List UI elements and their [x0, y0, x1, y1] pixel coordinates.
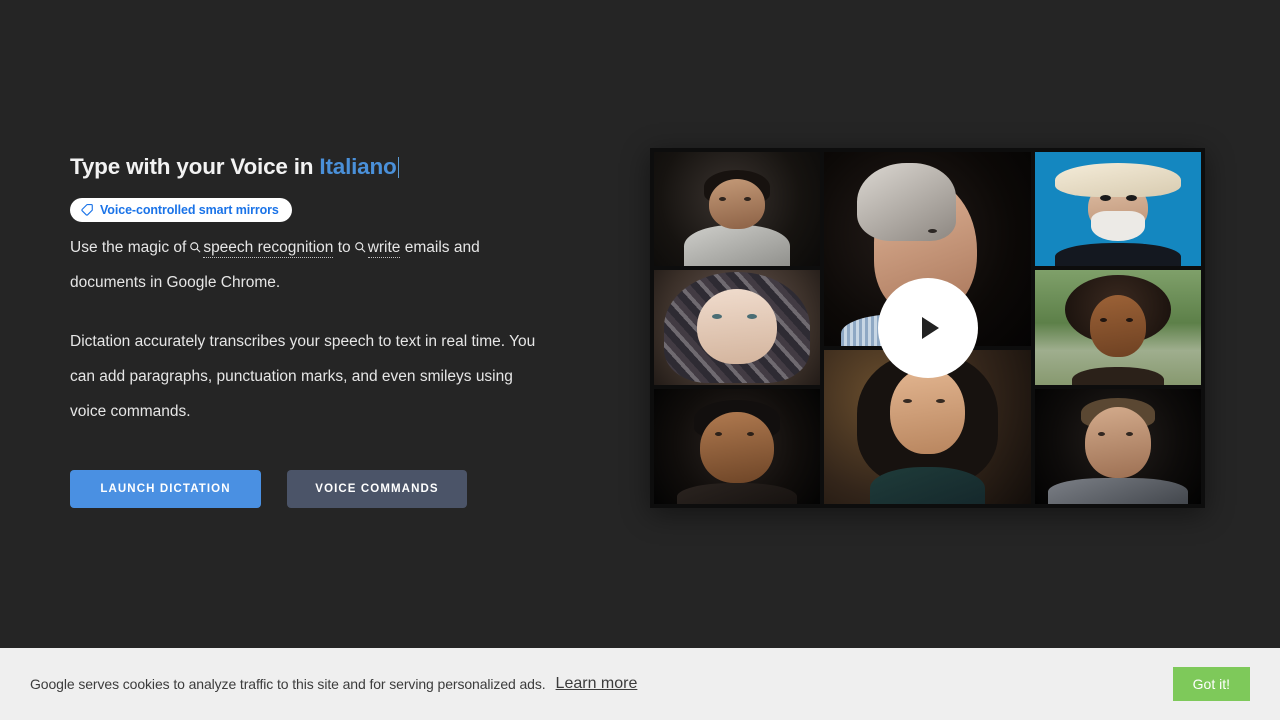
cookie-accept-button[interactable]: Got it!	[1172, 667, 1250, 701]
status-badge[interactable]: Voice-controlled smart mirrors	[70, 197, 292, 222]
play-triangle	[921, 316, 939, 339]
portrait-tile-7	[1035, 270, 1201, 385]
video-thumbnail[interactable]	[650, 147, 1205, 508]
cookie-message: Google serves cookies to analyze traffic…	[30, 676, 546, 692]
hero-paragraph-two: Dictation accurately transcribes your sp…	[70, 332, 536, 420]
hero-section: Type with your Voice in Italiano Voice-c…	[0, 0, 1280, 655]
portrait-tile-8	[1035, 388, 1201, 504]
collage-column-left	[654, 151, 820, 504]
search-icon	[189, 241, 201, 253]
cookie-learn-more-link[interactable]: Learn more	[556, 675, 638, 693]
hero-video-column	[645, 147, 1210, 508]
text-caret	[397, 157, 400, 179]
paragraph-one-part-one: Use the magic of	[70, 238, 187, 256]
search-icon-2	[354, 241, 366, 253]
launch-dictation-button[interactable]: LAUNCH DICTATION	[70, 469, 261, 508]
hero-button-row: LAUNCH DICTATION VOICE COMMANDS	[70, 469, 645, 508]
headline-prefix: Type with your Voice in	[70, 154, 320, 180]
cookie-consent-bar: Google serves cookies to analyze traffic…	[0, 648, 1280, 720]
collage-column-right	[1035, 151, 1201, 504]
portrait-tile-3	[654, 388, 820, 504]
portrait-tile-1	[654, 151, 820, 267]
search-term-write[interactable]: write	[367, 238, 401, 258]
voice-commands-button[interactable]: VOICE COMMANDS	[287, 469, 467, 508]
paragraph-one-part-two: to	[337, 238, 351, 256]
portrait-tile-6	[1035, 151, 1201, 267]
portrait-tile-2	[654, 270, 820, 385]
play-icon[interactable]	[877, 277, 978, 378]
search-term-speech-recognition[interactable]: speech recognition	[203, 238, 334, 258]
badge-label: Voice-controlled smart mirrors	[100, 202, 279, 217]
page-title: Type with your Voice in Italiano	[70, 153, 645, 181]
hero-copy-column: Type with your Voice in Italiano Voice-c…	[70, 147, 645, 508]
hero-paragraph-one: Use the magic of speech recognition to wri…	[70, 230, 540, 300]
headline-language[interactable]: Italiano	[319, 154, 396, 179]
tag-icon	[81, 203, 94, 216]
